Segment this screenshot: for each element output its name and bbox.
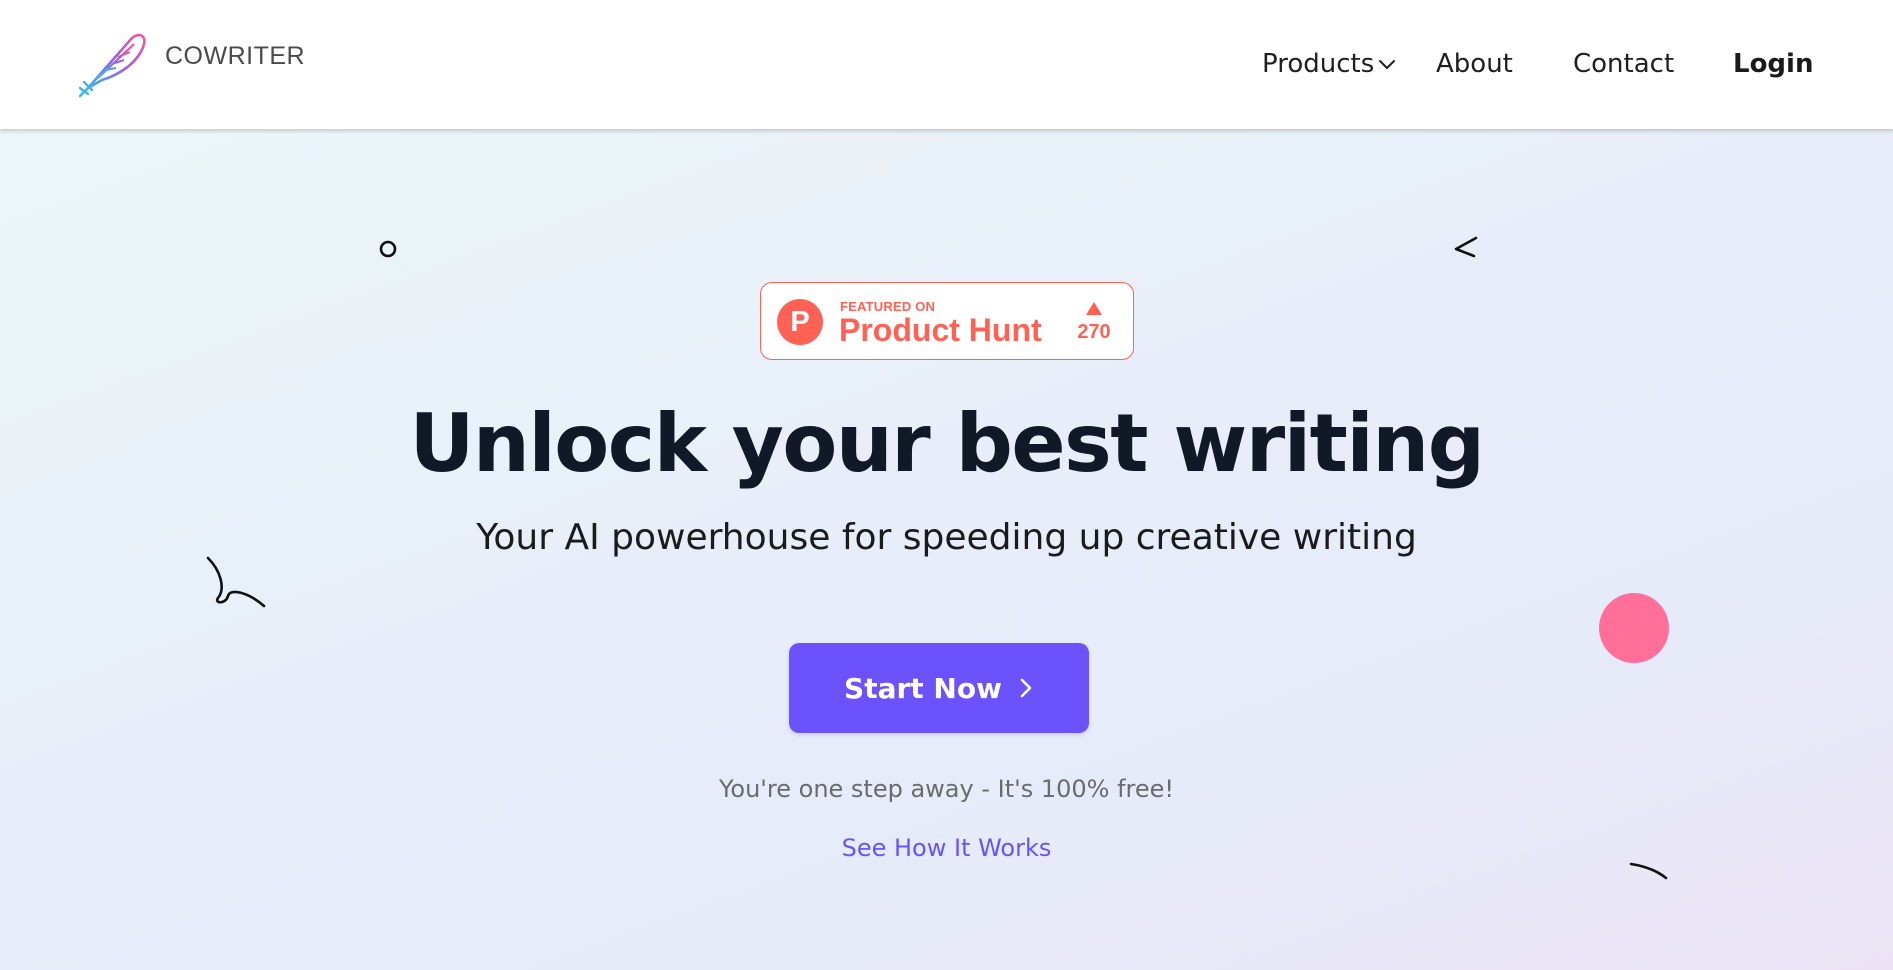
nav-products-label: Products: [1262, 49, 1375, 79]
nav-contact-link[interactable]: Contact: [1573, 46, 1674, 82]
badge-vote-count: 270: [1077, 321, 1111, 343]
doodle-angle: [1454, 236, 1478, 258]
chevron-down-icon: [1379, 60, 1396, 69]
see-how-it-works-link[interactable]: See How It Works: [842, 834, 1052, 862]
upvote-triangle-icon: [1086, 302, 1102, 315]
page: COWRITER Products About Contact Login P …: [0, 0, 1893, 970]
product-hunt-logo-icon: P: [777, 299, 823, 345]
hero-subheadline: Your AI powerhouse for speeding up creat…: [476, 517, 1417, 558]
nav-products-dropdown[interactable]: Products: [1262, 46, 1396, 82]
see-how-it-works-container: See How It Works: [0, 834, 1893, 862]
chevron-right-icon: [1020, 678, 1032, 698]
start-now-label: Start Now: [844, 671, 1002, 705]
start-now-button[interactable]: Start Now: [789, 643, 1089, 733]
badge-product-hunt-name: Product Hunt: [839, 312, 1042, 348]
doodle-ring: [379, 240, 397, 258]
main-nav: Products About Contact Login: [0, 46, 1893, 82]
doodle-loop: [206, 556, 266, 608]
hero-headline: Unlock your best writing: [409, 397, 1485, 490]
site-header: COWRITER Products About Contact Login: [0, 0, 1893, 129]
doodle-dash: [1629, 862, 1668, 880]
hero-section: P FEATURED ON Product Hunt 270 Unlock yo…: [0, 129, 1893, 970]
pink-dot: [1599, 593, 1669, 663]
free-note: You're one step away - It's 100% free!: [718, 775, 1175, 803]
nav-login-link[interactable]: Login: [1733, 46, 1813, 82]
nav-about-link[interactable]: About: [1436, 46, 1513, 82]
product-hunt-badge[interactable]: P FEATURED ON Product Hunt 270: [760, 282, 1134, 360]
